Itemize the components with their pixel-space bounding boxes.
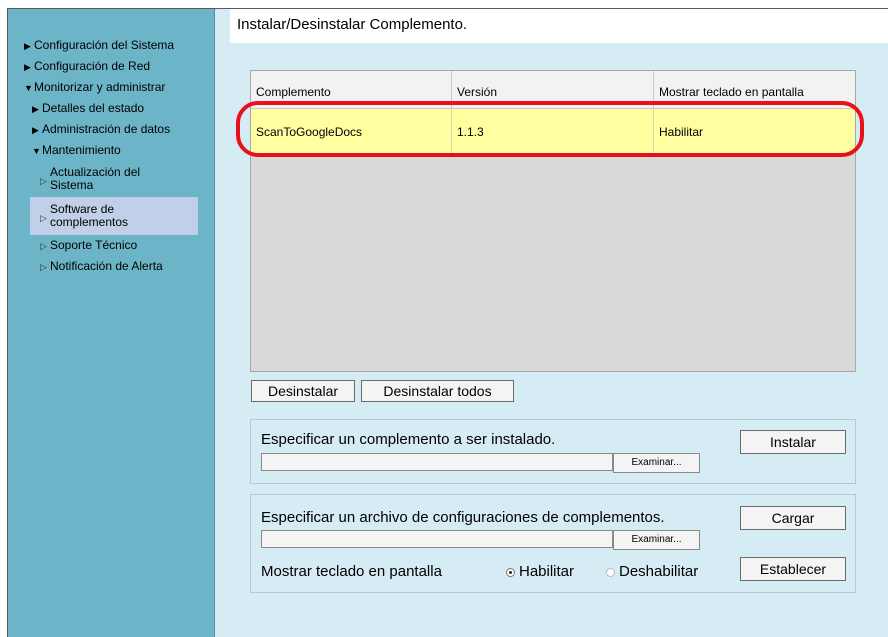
config-browse-button[interactable]: Examinar...	[613, 530, 700, 550]
triangle-right-icon: ▶	[32, 104, 39, 114]
triangle-outline-icon: ▷	[40, 213, 47, 223]
sidebar-item-label: Configuración del Sistema	[34, 38, 175, 52]
sidebar-item-software-complementos[interactable]: ▷ Software de complementos	[40, 203, 128, 229]
sidebar-item-label: Monitorizar y administrar	[34, 80, 166, 94]
config-label: Especificar un archivo de configuracione…	[261, 509, 665, 526]
uninstall-all-button[interactable]: Desinstalar todos	[361, 380, 514, 402]
set-button[interactable]: Establecer	[740, 557, 846, 581]
sidebar-item-label: complementos	[50, 215, 129, 229]
radio-enable-label: Habilitar	[519, 563, 575, 580]
sidebar-item-detalles-estado[interactable]: ▶ Detalles del estado	[32, 102, 144, 116]
sidebar-item-label: Administración de datos	[42, 122, 171, 136]
triangle-down-icon: ▼	[24, 83, 33, 93]
sidebar-item-mantenimiento[interactable]: ▼Mantenimiento	[32, 144, 121, 158]
radio-enable[interactable]: Habilitar	[506, 563, 574, 580]
install-label: Especificar un complemento a ser instala…	[261, 431, 556, 448]
triangle-outline-icon: ▷	[40, 176, 47, 186]
config-file-field[interactable]	[261, 530, 613, 548]
sidebar-item-label: Detalles del estado	[42, 101, 145, 115]
triangle-outline-icon: ▷	[40, 262, 47, 272]
load-button[interactable]: Cargar	[740, 506, 846, 530]
sidebar-item-administracion-datos[interactable]: ▶ Administración de datos	[32, 123, 170, 137]
radio-selected-icon	[506, 567, 515, 577]
triangle-down-icon: ▼	[32, 146, 41, 156]
radio-unselected-icon	[606, 567, 615, 577]
radio-disable[interactable]: Deshabilitar	[606, 563, 698, 580]
sidebar-item-monitorizar[interactable]: ▼Monitorizar y administrar	[24, 81, 165, 95]
uninstall-button[interactable]: Desinstalar	[251, 380, 355, 402]
page-title: Instalar/Desinstalar Complemento.	[237, 16, 468, 33]
sidebar-item-label: Notificación de Alerta	[50, 259, 163, 273]
triangle-right-icon: ▶	[24, 41, 31, 51]
keyboard-label: Mostrar teclado en pantalla	[261, 563, 442, 580]
install-file-field[interactable]	[261, 453, 613, 471]
sidebar-item-soporte-tecnico[interactable]: ▷ Soporte Técnico	[40, 239, 137, 253]
triangle-right-icon: ▶	[32, 125, 39, 135]
sidebar-item-notificacion-alerta[interactable]: ▷ Notificación de Alerta	[40, 260, 163, 274]
sidebar-item-actualizacion-sistema[interactable]: ▷ Actualización del Sistema	[40, 166, 140, 192]
sidebar-item-label: Soporte Técnico	[50, 238, 138, 252]
sidebar-item-label: Sistema	[50, 178, 94, 192]
sidebar-item-label: Configuración de Red	[34, 59, 151, 73]
sidebar-item-label: Mantenimiento	[42, 143, 121, 157]
red-highlight-ellipse	[236, 101, 864, 157]
sidebar-item-configuracion-sistema[interactable]: ▶ Configuración del Sistema	[24, 39, 174, 53]
install-button[interactable]: Instalar	[740, 430, 846, 454]
triangle-outline-icon: ▷	[40, 241, 47, 251]
radio-disable-label: Deshabilitar	[619, 563, 699, 580]
triangle-right-icon: ▶	[24, 62, 31, 72]
sidebar-item-configuracion-red[interactable]: ▶ Configuración de Red	[24, 60, 150, 74]
install-browse-button[interactable]: Examinar...	[613, 453, 700, 473]
